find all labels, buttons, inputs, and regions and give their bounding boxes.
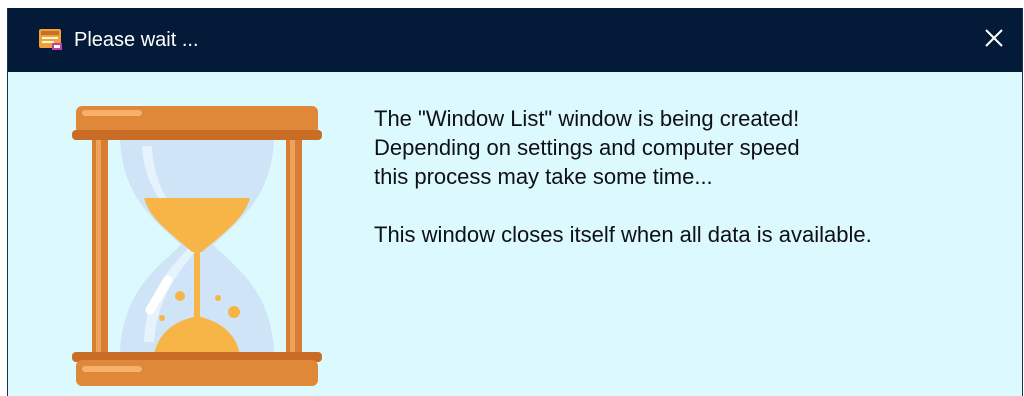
dialog-content: The "Window List" window is being create… xyxy=(8,72,1022,396)
message-line: The "Window List" window is being create… xyxy=(374,106,800,131)
close-button[interactable] xyxy=(966,8,1022,72)
message-line: Depending on settings and computer speed xyxy=(374,135,800,160)
close-icon xyxy=(984,28,1004,53)
title-bar[interactable]: Please wait ... xyxy=(8,8,1022,72)
status-message: The "Window List" window is being create… xyxy=(374,104,1014,249)
app-window-icon xyxy=(38,27,64,51)
please-wait-dialog: Please wait ... The "Window List" window… xyxy=(7,8,1023,396)
message-line: This window closes itself when all data … xyxy=(374,222,872,247)
hourglass-icon xyxy=(72,102,322,388)
window-title: Please wait ... xyxy=(74,29,199,51)
message-line: this process may take some time... xyxy=(374,164,713,189)
